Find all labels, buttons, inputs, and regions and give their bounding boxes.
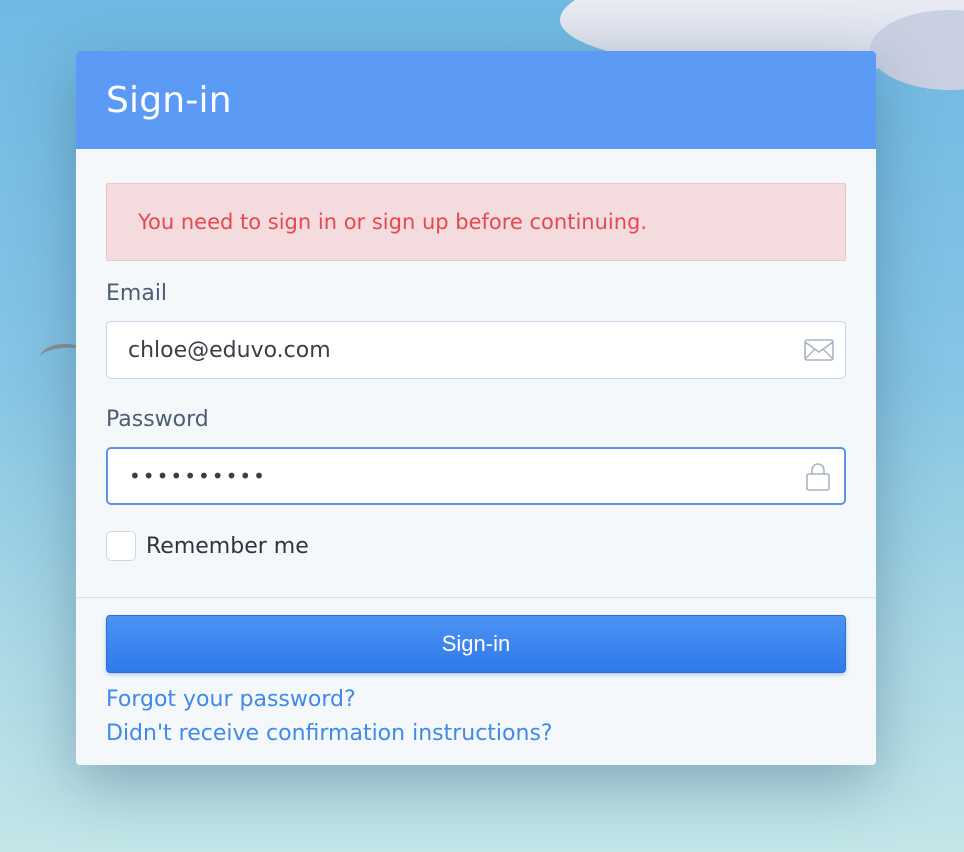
forgot-password-link[interactable]: Forgot your password? [106,687,356,712]
password-value[interactable]: •••••••••• [129,464,267,488]
alert-error: You need to sign in or sign up before co… [106,183,846,261]
remember-me[interactable]: Remember me [106,531,309,561]
email-field[interactable]: chloe@eduvo.com [106,321,846,379]
alert-message: You need to sign in or sign up before co… [138,210,648,234]
signin-card: Sign-in You need to sign in or sign up b… [76,51,876,765]
email-value[interactable]: chloe@eduvo.com [128,338,331,363]
card-header: Sign-in [76,51,876,149]
password-label: Password [106,407,209,432]
lock-icon [806,463,830,491]
remember-checkbox[interactable] [106,531,136,561]
background: Sign-in You need to sign in or sign up b… [0,0,964,852]
email-label: Email [106,281,168,306]
divider [76,597,876,598]
envelope-icon [804,339,834,361]
card-title: Sign-in [106,79,232,121]
remember-label[interactable]: Remember me [146,534,309,559]
confirmation-instructions-link[interactable]: Didn't receive confirmation instructions… [106,721,553,746]
password-field[interactable]: •••••••••• [106,447,846,505]
signin-button[interactable]: Sign-in [106,615,846,673]
